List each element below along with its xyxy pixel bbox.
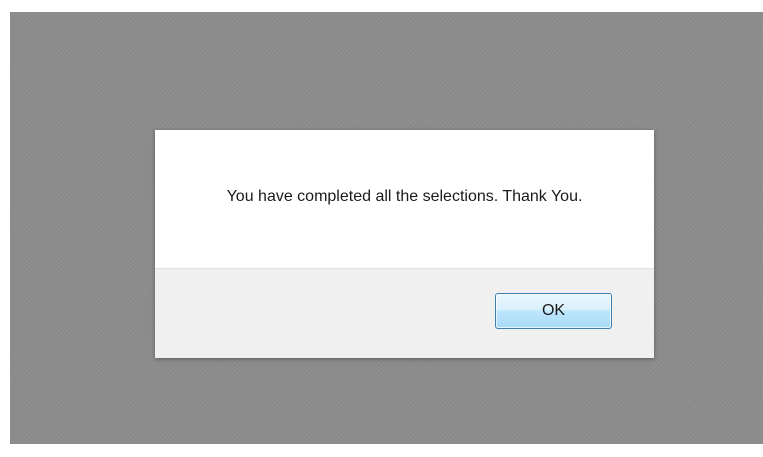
alert-dialog: You have completed all the selections. T…: [155, 130, 654, 358]
dialog-footer: OK: [155, 268, 654, 358]
ok-button[interactable]: OK: [495, 293, 612, 329]
modal-overlay: You have completed all the selections. T…: [10, 12, 763, 444]
dialog-message: You have completed all the selections. T…: [226, 188, 583, 205]
dialog-body: You have completed all the selections. T…: [155, 130, 654, 268]
